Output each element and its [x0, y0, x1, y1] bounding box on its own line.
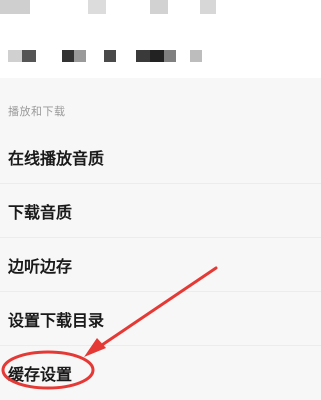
pixelated-top-card: [0, 0, 321, 78]
pixel-block: [22, 50, 36, 62]
section-header: 播放和下载: [8, 105, 66, 118]
pixel-block: [190, 50, 202, 62]
pixel-block: [150, 0, 168, 14]
settings-list: 在线播放音质 下载音质 边听边存 设置下载目录 缓存设置: [0, 130, 321, 400]
list-item-download-directory[interactable]: 设置下载目录: [0, 292, 321, 346]
list-item-label: 缓存设置: [8, 365, 73, 384]
pixel-block: [0, 0, 30, 14]
pixel-block: [104, 50, 116, 62]
list-item-label: 下载音质: [8, 202, 73, 222]
pixel-block: [74, 50, 86, 62]
list-item-label: 设置下载目录: [8, 310, 105, 330]
pixel-block: [164, 50, 176, 62]
list-item-label: 边听边存: [8, 256, 73, 276]
pixel-block: [136, 50, 150, 62]
pixel-block: [150, 50, 164, 62]
pixel-block: [8, 50, 22, 62]
list-item-download-quality[interactable]: 下载音质: [0, 184, 321, 238]
list-item-label: 在线播放音质: [8, 148, 105, 168]
pixel-block: [62, 50, 74, 62]
list-item-online-quality[interactable]: 在线播放音质: [0, 130, 321, 184]
pixel-block: [88, 0, 106, 14]
list-item-cache-while-listening[interactable]: 边听边存: [0, 238, 321, 292]
pixel-block: [200, 0, 216, 14]
